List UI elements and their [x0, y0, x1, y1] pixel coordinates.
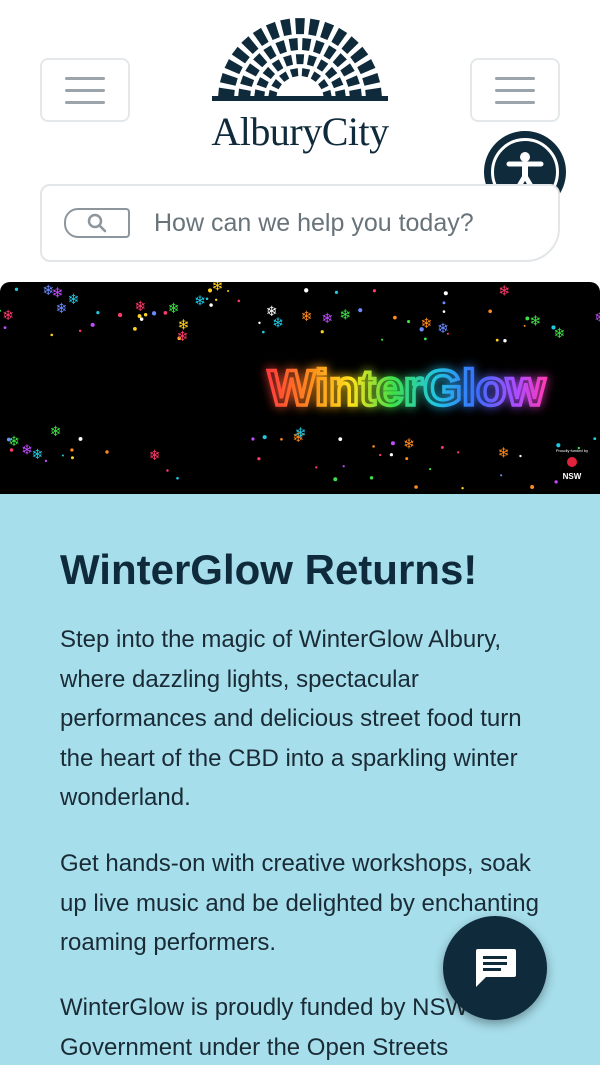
menu-button-right[interactable]: [470, 58, 560, 122]
search-input[interactable]: [152, 207, 516, 239]
article-heading: WinterGlow Returns!: [60, 546, 478, 593]
nsw-waratah-icon: [567, 457, 577, 467]
svg-text:❄: ❄: [168, 301, 180, 317]
logo-wordmark: AlburyCity: [211, 109, 389, 154]
chat-icon: [476, 949, 516, 987]
svg-text:❄: ❄: [321, 311, 333, 327]
svg-text:❄: ❄: [68, 292, 80, 308]
svg-text:❄: ❄: [194, 294, 206, 310]
svg-text:❄: ❄: [498, 283, 510, 299]
hamburger-icon: [65, 76, 105, 80]
svg-text:❄: ❄: [301, 309, 313, 325]
svg-text:❄: ❄: [2, 308, 14, 324]
svg-text:❄: ❄: [554, 326, 566, 342]
chat-button[interactable]: [443, 916, 547, 1020]
svg-text:❄: ❄: [212, 282, 224, 294]
menu-button-left[interactable]: [40, 58, 130, 122]
sponsor-caption: Proudly funded by: [556, 448, 588, 453]
sunburst-logo-icon: [212, 18, 388, 101]
search-icon[interactable]: [64, 208, 130, 238]
svg-text:❄: ❄: [50, 424, 62, 440]
banner-title: WinterGlow: [268, 360, 545, 416]
svg-text:❄: ❄: [403, 436, 415, 452]
svg-text:❄: ❄: [177, 329, 189, 345]
hamburger-icon: [495, 76, 535, 80]
svg-text:❄: ❄: [529, 314, 541, 330]
svg-text:❄: ❄: [134, 299, 146, 315]
svg-text:❄: ❄: [32, 447, 44, 463]
svg-text:❄: ❄: [266, 304, 278, 320]
svg-text:❄: ❄: [8, 434, 20, 450]
svg-text:❄: ❄: [339, 308, 351, 324]
nsw-logo: NSW: [563, 472, 582, 481]
svg-text:❄: ❄: [421, 316, 433, 332]
svg-text:❄: ❄: [498, 446, 510, 462]
search-bar[interactable]: [40, 184, 560, 262]
site-logo[interactable]: AlburyCity: [200, 18, 400, 168]
banner-graphic: ❄❄❄❄❄❄❄❄❄❄❄❄❄❄❄❄❄❄❄❄❄❄❄❄❄❄❄❄❄❄❄ WinterGl…: [0, 282, 600, 490]
svg-text:❄: ❄: [295, 425, 307, 441]
article-paragraph-1: Step into the magic of WinterGlow Albury…: [60, 626, 522, 811]
svg-text:❄: ❄: [56, 301, 68, 317]
svg-text:❄: ❄: [42, 283, 54, 299]
winterglow-banner[interactable]: ❄❄❄❄❄❄❄❄❄❄❄❄❄❄❄❄❄❄❄❄❄❄❄❄❄❄❄❄❄❄❄ WinterGl…: [0, 282, 600, 494]
svg-text:❄: ❄: [594, 310, 600, 326]
svg-text:❄: ❄: [149, 448, 161, 464]
